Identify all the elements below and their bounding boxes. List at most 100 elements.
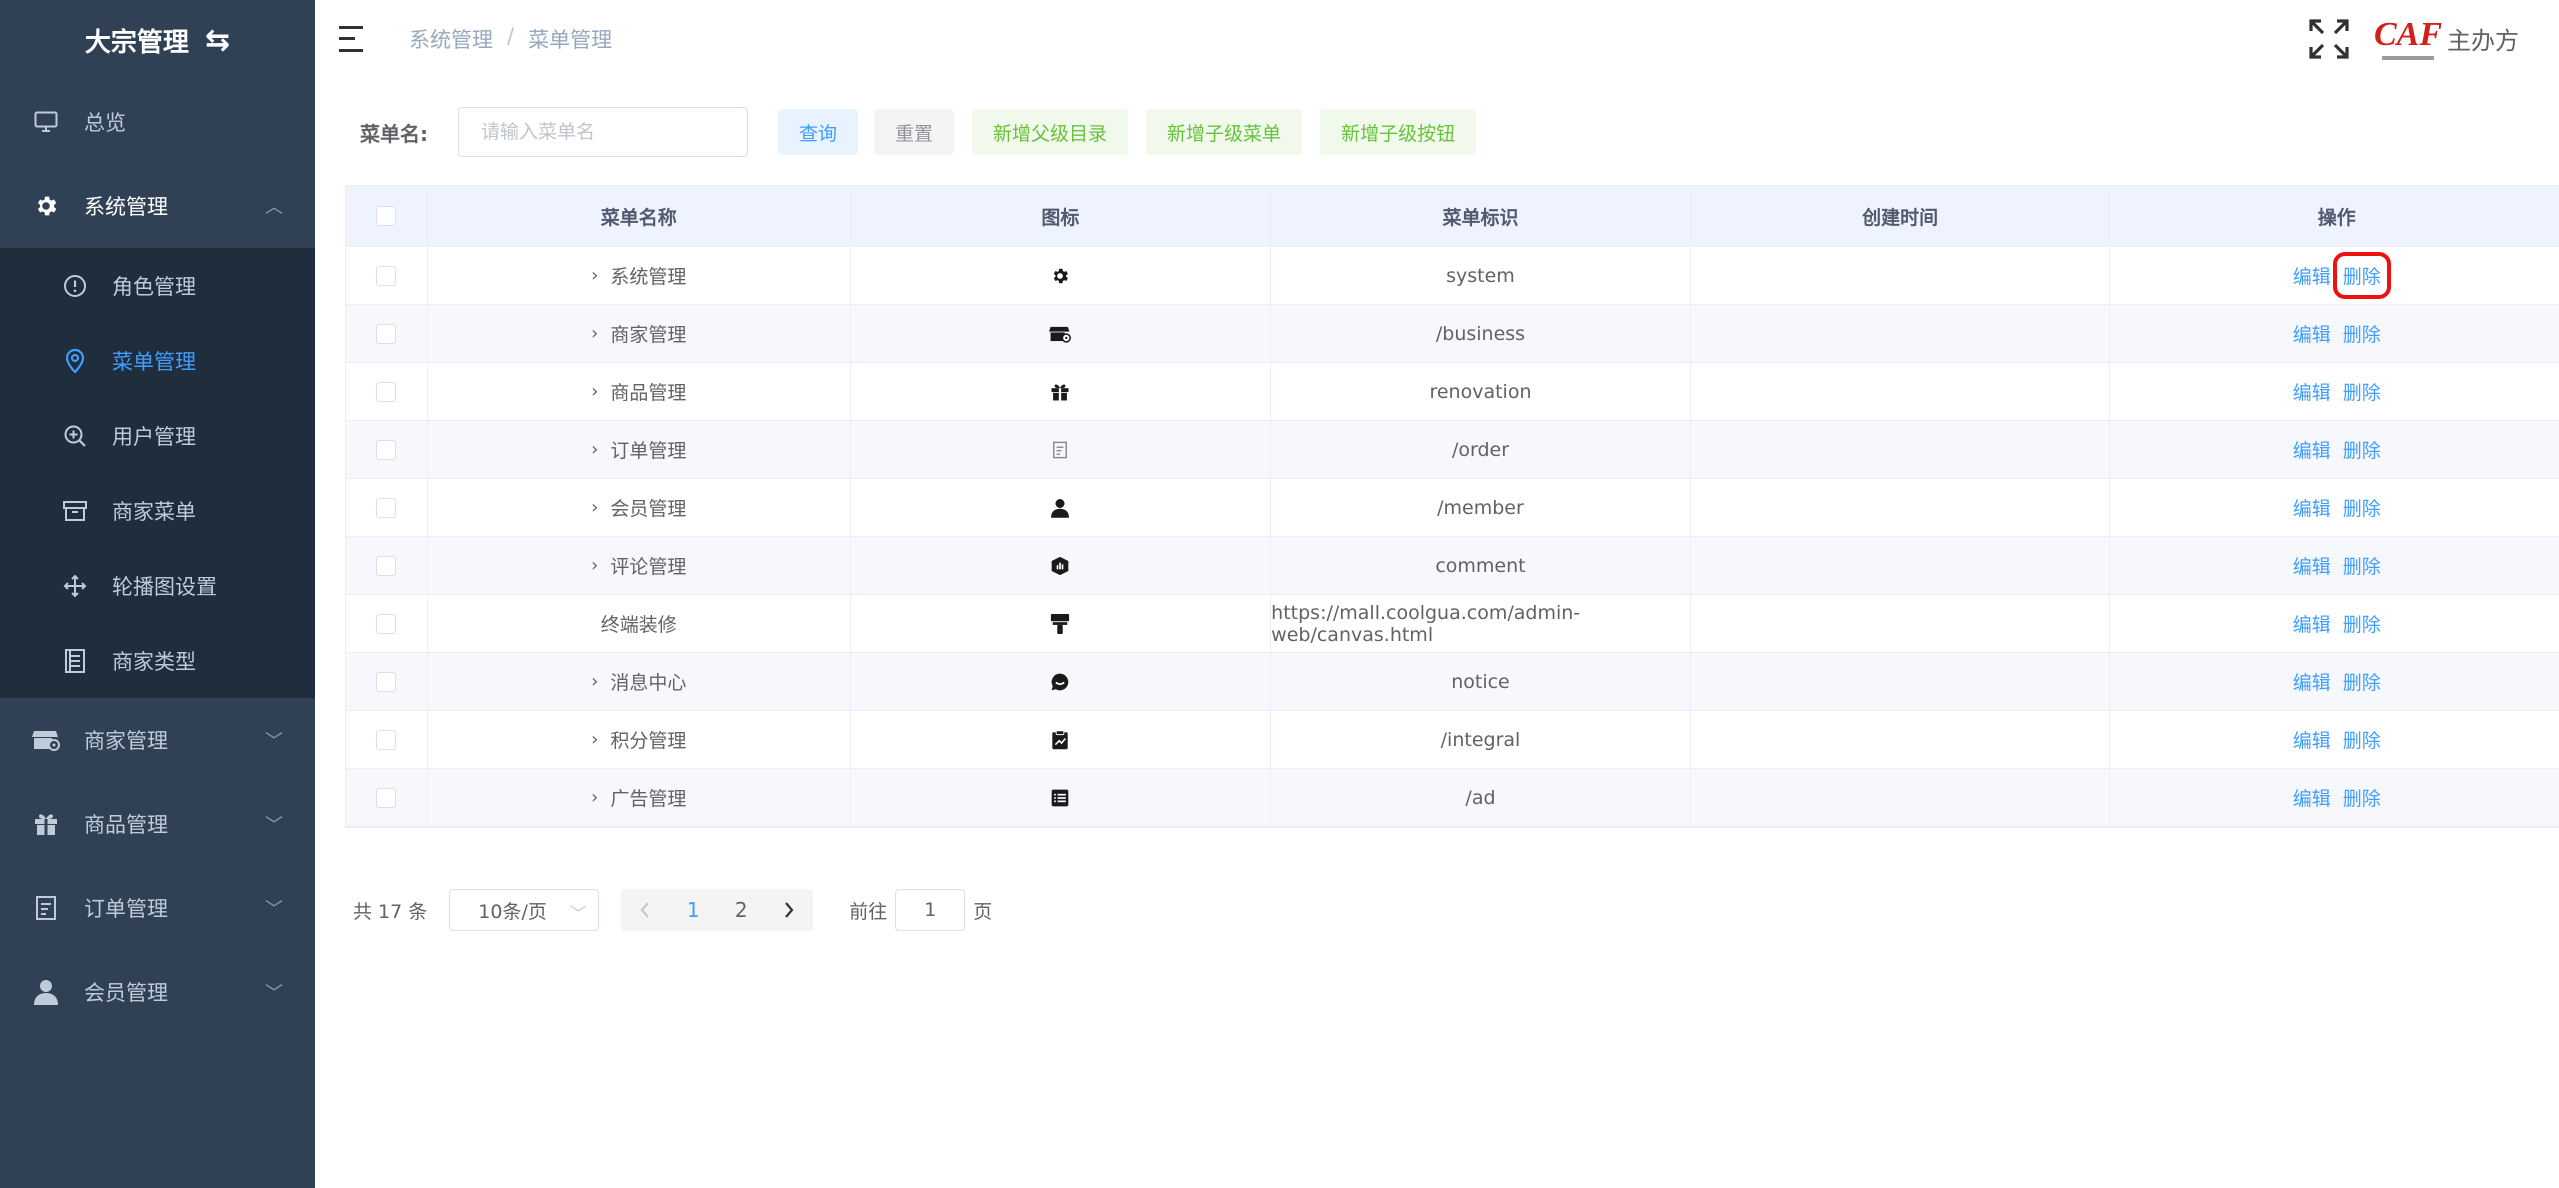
delete-button[interactable]: 删除 — [2343, 436, 2381, 463]
sidebar-item-members[interactable]: 会员管理 ﹀ — [0, 950, 315, 1034]
menu-name-input[interactable] — [458, 107, 748, 157]
row-select-cell — [346, 653, 428, 710]
column-header: 创建时间 — [1691, 186, 2111, 246]
row-select-cell — [346, 479, 428, 536]
breadcrumb-item: 菜单管理 — [528, 27, 613, 52]
row-checkbox[interactable] — [376, 671, 397, 692]
menu-key-cell: /order — [1271, 421, 1691, 478]
sidebar-item-shop-menu[interactable]: 商家菜单 — [0, 473, 315, 548]
sidebar-item-goods[interactable]: 商品管理 ﹀ — [0, 782, 315, 866]
menu-name-cell: › 消息中心 — [428, 653, 851, 710]
add-child-button-button[interactable]: 新增子级按钮 — [1320, 109, 1477, 155]
goto-page-input[interactable] — [895, 889, 966, 931]
row-checkbox[interactable] — [376, 265, 397, 286]
delete-button[interactable]: 删除 — [2343, 726, 2381, 753]
expand-arrow-icon[interactable]: › — [591, 671, 598, 692]
row-checkbox[interactable] — [376, 323, 397, 344]
row-checkbox[interactable] — [376, 729, 397, 750]
expand-arrow-icon[interactable]: › — [591, 729, 598, 750]
delete-button[interactable]: 删除 — [2343, 320, 2381, 347]
sidebar-item-user[interactable]: 用户管理 — [0, 398, 315, 473]
expand-arrow-icon[interactable]: › — [591, 265, 598, 286]
sidebar-item-shop-type[interactable]: 商家类型 — [0, 623, 315, 698]
delete-button[interactable]: 删除 — [2343, 378, 2381, 405]
actions-cell: 编辑 删除 — [2110, 363, 2559, 420]
row-checkbox[interactable] — [376, 613, 397, 634]
sidebar-item-role[interactable]: 角色管理 — [0, 248, 315, 323]
row-select-cell — [346, 595, 428, 652]
row-select-cell — [346, 363, 428, 420]
edit-button[interactable]: 编辑 — [2293, 610, 2331, 637]
pagination: 共 17 条 10条/页 ﹀ 1 2 前往 页 — [353, 889, 992, 931]
edit-button[interactable]: 编辑 — [2293, 668, 2331, 695]
table-row: › 广告管理/ad 编辑 删除 — [346, 769, 2559, 827]
menu-name: 积分管理 — [610, 730, 687, 752]
sidebar-item-label: 菜单管理 — [112, 349, 196, 374]
sidebar-item-label: 订单管理 — [84, 897, 168, 921]
message-icon — [1049, 671, 1071, 693]
actions-cell: 编辑 删除 — [2110, 247, 2559, 304]
zoom-in-icon — [62, 423, 88, 449]
expand-arrow-icon[interactable]: › — [591, 497, 598, 518]
user-icon — [32, 978, 60, 1006]
reset-button[interactable]: 重置 — [874, 109, 955, 155]
row-checkbox[interactable] — [376, 497, 397, 518]
add-child-menu-button[interactable]: 新增子级菜单 — [1146, 109, 1303, 155]
page-size-select[interactable]: 10条/页 ﹀ — [449, 889, 600, 931]
fullscreen-icon[interactable] — [2307, 17, 2351, 61]
hamburger-menu-icon[interactable] — [339, 25, 369, 52]
sidebar-item-system[interactable]: 系统管理 ︿ — [0, 164, 315, 248]
header-right: CAF 主办方 — [2307, 0, 2519, 77]
query-button[interactable]: 查询 — [778, 109, 859, 155]
sidebar-item-orders[interactable]: 订单管理 ﹀ — [0, 866, 315, 950]
sidebar-item-overview[interactable]: 总览 — [0, 80, 315, 164]
created-time-cell — [1691, 595, 2111, 652]
menu-name: 商家管理 — [610, 324, 687, 346]
chevron-down-icon: ﹀ — [265, 815, 283, 836]
expand-arrow-icon[interactable]: › — [591, 787, 598, 808]
page-size-value: 10条/页 — [478, 900, 547, 923]
edit-button[interactable]: 编辑 — [2293, 262, 2331, 289]
app-title: 大宗管理 — [84, 27, 189, 58]
delete-button[interactable]: 删除 — [2343, 668, 2381, 695]
delete-button[interactable]: 删除 — [2343, 552, 2381, 579]
edit-button[interactable]: 编辑 — [2293, 784, 2331, 811]
expand-arrow-icon[interactable]: › — [591, 323, 598, 344]
edit-button[interactable]: 编辑 — [2293, 436, 2331, 463]
expand-arrow-icon[interactable]: › — [591, 439, 598, 460]
prev-page-icon[interactable] — [621, 889, 669, 931]
created-time-cell — [1691, 769, 2111, 826]
sidebar-item-carousel[interactable]: 轮播图设置 — [0, 548, 315, 623]
caf-logo-icon: CAF — [2374, 10, 2442, 68]
row-checkbox[interactable] — [376, 555, 397, 576]
edit-button[interactable]: 编辑 — [2293, 726, 2331, 753]
sidebar-item-menu[interactable]: 菜单管理 — [0, 323, 315, 398]
sidebar-item-business[interactable]: 商家管理 ﹀ — [0, 698, 315, 782]
menu-key-cell: comment — [1271, 537, 1691, 594]
menu-name-cell: › 商品管理 — [428, 363, 851, 420]
expand-arrow-icon[interactable]: › — [591, 555, 598, 576]
created-time-cell — [1691, 421, 2111, 478]
next-page-icon[interactable] — [765, 889, 813, 931]
delete-button[interactable]: 删除 — [2343, 784, 2381, 811]
delete-button[interactable]: 删除 — [2343, 610, 2381, 637]
delete-button[interactable]: 删除 — [2332, 252, 2391, 299]
edit-button[interactable]: 编辑 — [2293, 552, 2331, 579]
row-checkbox[interactable] — [376, 787, 397, 808]
row-checkbox[interactable] — [376, 439, 397, 460]
breadcrumb-item[interactable]: 系统管理 — [409, 24, 493, 54]
row-checkbox[interactable] — [376, 381, 397, 402]
select-all-checkbox[interactable] — [376, 206, 397, 226]
delete-button[interactable]: 删除 — [2343, 494, 2381, 521]
table-body: › 系统管理 system 编辑 删除 › 商家管理/business 编辑 删除 › 商品管理 re… — [346, 247, 2559, 827]
page-number[interactable]: 1 — [669, 889, 717, 931]
expand-arrow-icon[interactable]: › — [591, 381, 598, 402]
page-number[interactable]: 2 — [717, 889, 765, 931]
swap-icon[interactable]: ⇆ — [205, 23, 230, 58]
edit-button[interactable]: 编辑 — [2293, 378, 2331, 405]
column-header: 图标 — [851, 186, 1272, 246]
created-time-cell — [1691, 247, 2111, 304]
edit-button[interactable]: 编辑 — [2293, 494, 2331, 521]
add-parent-directory-button[interactable]: 新增父级目录 — [972, 109, 1129, 155]
edit-button[interactable]: 编辑 — [2293, 320, 2331, 347]
